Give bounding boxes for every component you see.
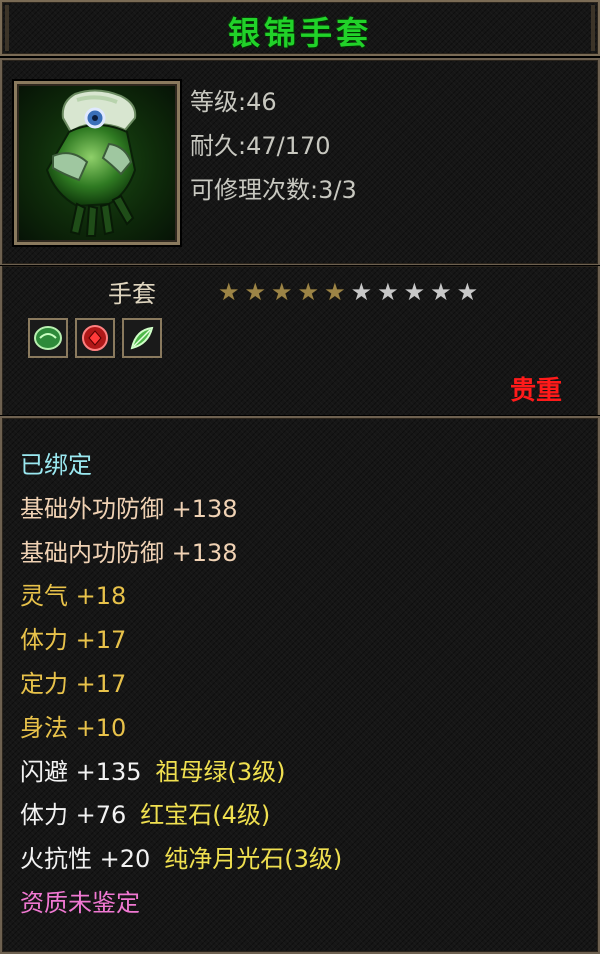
agility-attribute: 身法 +10 bbox=[20, 713, 127, 742]
gem-slots bbox=[28, 318, 162, 358]
item-tooltip: 银锦手套 等级:46 耐久:47/170 可修理次数:3/3 手套 ★ ★ ★ … bbox=[0, 0, 600, 954]
spirit-attribute: 灵气 +18 bbox=[20, 582, 127, 611]
dodge-value: 闪避 +135 bbox=[20, 757, 142, 786]
item-name: 银锦手套 bbox=[227, 14, 372, 52]
title-bar: 银锦手套 bbox=[0, 0, 600, 56]
star-filled-icon: ★ bbox=[324, 278, 346, 306]
star-rating: ★ ★ ★ ★ ★ ★ ★ ★ ★ ★ bbox=[218, 279, 478, 305]
rarity-label: 贵重 bbox=[509, 376, 562, 406]
star-empty-icon: ★ bbox=[403, 278, 426, 306]
stamina-gem-value: 体力 +76 bbox=[20, 801, 127, 830]
item-category: 手套 bbox=[108, 280, 156, 308]
base-outer-defense: 基础外功防御 +138 bbox=[20, 494, 238, 523]
star-filled-icon: ★ bbox=[271, 278, 293, 306]
green-gem-icon bbox=[28, 318, 68, 358]
fire-resistance-gem: 纯净月光石(3级) bbox=[164, 845, 343, 874]
dodge-gem: 祖母绿(3级) bbox=[155, 757, 286, 786]
star-empty-icon: ★ bbox=[430, 278, 452, 306]
red-gem-icon bbox=[75, 318, 115, 358]
star-empty-icon: ★ bbox=[456, 278, 479, 306]
durability-label: 耐久:47/170 bbox=[190, 132, 331, 160]
item-stats: 等级:46 耐久:47/170 可修理次数:3/3 bbox=[190, 80, 357, 212]
property-list: 已绑定 基础外功防御 +138 基础内功防御 +138 灵气 +18 体力 +1… bbox=[20, 444, 342, 926]
star-filled-icon: ★ bbox=[297, 278, 320, 306]
stamina-attribute: 体力 +17 bbox=[20, 626, 127, 655]
fire-resistance-value: 火抗性 +20 bbox=[20, 845, 151, 874]
star-filled-icon: ★ bbox=[218, 278, 240, 306]
stamina-gem-line: 体力 +76 红宝石(4级) bbox=[20, 794, 342, 838]
dodge-gem-line: 闪避 +135 祖母绿(3级) bbox=[20, 751, 342, 795]
base-inner-defense: 基础内功防御 +138 bbox=[20, 538, 238, 567]
star-empty-icon: ★ bbox=[350, 278, 373, 306]
focus-attribute: 定力 +17 bbox=[20, 669, 127, 698]
repair-count-label: 可修理次数:3/3 bbox=[190, 176, 357, 204]
star-empty-icon: ★ bbox=[377, 278, 399, 306]
gauntlet-icon bbox=[14, 81, 180, 245]
green-crystal-icon bbox=[122, 318, 162, 358]
star-filled-icon: ★ bbox=[244, 278, 267, 306]
fire-resistance-gem-line: 火抗性 +20 纯净月光石(3级) bbox=[20, 838, 342, 882]
bound-status: 已绑定 bbox=[20, 451, 92, 479]
stamina-gem: 红宝石(4级) bbox=[140, 801, 271, 830]
level-label: 等级:46 bbox=[190, 88, 277, 116]
aptitude-status: 资质未鉴定 bbox=[20, 888, 140, 917]
